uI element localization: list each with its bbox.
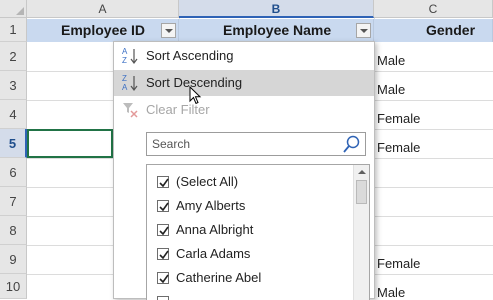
- scroll-thumb[interactable]: [356, 180, 367, 204]
- row-header-7[interactable]: 7: [0, 187, 27, 216]
- row-header-9[interactable]: 9: [0, 245, 27, 274]
- gender-cell[interactable]: Female: [377, 111, 420, 126]
- gender-cell[interactable]: Female: [377, 256, 420, 271]
- search-placeholder: Search: [152, 137, 191, 151]
- header-cell-employee-name[interactable]: Employee Name: [179, 19, 374, 42]
- list-item-label: Anna Albright: [176, 222, 254, 237]
- checkbox[interactable]: [157, 200, 169, 212]
- svg-text:A: A: [122, 83, 128, 92]
- list-scrollbar[interactable]: [353, 165, 369, 300]
- sort-descending-item[interactable]: Z A Sort Descending: [114, 70, 374, 96]
- column-header-c[interactable]: C: [374, 0, 493, 18]
- list-item-label: Carla Adams: [176, 246, 251, 261]
- list-item-label: Amy Alberts: [176, 198, 246, 213]
- header-label: Employee ID: [61, 22, 146, 38]
- row-header-10[interactable]: 10: [0, 274, 27, 299]
- header-cell-employee-id[interactable]: Employee ID: [27, 19, 179, 42]
- checkmark-icon: [159, 250, 169, 260]
- list-item-label: Catherine Abel: [176, 270, 262, 285]
- checkbox[interactable]: [157, 296, 169, 300]
- sort-ascending-item[interactable]: A Z Sort Ascending: [114, 43, 374, 69]
- svg-text:A: A: [122, 47, 128, 56]
- checkbox[interactable]: [157, 248, 169, 260]
- filter-dropdown-button-a[interactable]: [161, 23, 176, 38]
- checkmark-icon: [159, 226, 169, 236]
- list-item-label: (Select All): [176, 174, 239, 189]
- checkbox[interactable]: [157, 224, 169, 236]
- gender-cell[interactable]: Female: [377, 140, 420, 155]
- svg-text:Z: Z: [122, 56, 127, 65]
- sort-ascending-label: Sort Ascending: [146, 48, 234, 63]
- search-icon[interactable]: [342, 134, 362, 154]
- autofilter-dropdown: A Z Sort Ascending Z A Sort Descending C…: [113, 41, 375, 300]
- active-cell[interactable]: [27, 129, 113, 158]
- row-header-4[interactable]: 4: [0, 100, 27, 129]
- gender-cell[interactable]: Male: [377, 82, 405, 97]
- scroll-up-arrow-icon[interactable]: [354, 165, 369, 179]
- gender-cell[interactable]: Male: [377, 285, 405, 300]
- header-cell-gender[interactable]: Gender: [374, 19, 493, 42]
- svg-text:Z: Z: [122, 74, 127, 83]
- checkbox[interactable]: [157, 272, 169, 284]
- row-header-8[interactable]: 8: [0, 216, 27, 245]
- header-label: Employee Name: [223, 22, 332, 38]
- select-all-corner[interactable]: [0, 0, 27, 18]
- checkmark-icon: [159, 178, 169, 188]
- column-header-b[interactable]: B: [179, 0, 374, 18]
- checkbox[interactable]: [157, 176, 169, 188]
- search-input[interactable]: Search: [146, 132, 366, 156]
- row-header-6[interactable]: 6: [0, 158, 27, 187]
- header-label: Gender: [426, 22, 476, 38]
- column-header-a[interactable]: A: [27, 0, 179, 18]
- filter-values-list[interactable]: (Select All) Amy Alberts Anna Albright C…: [146, 164, 370, 300]
- row-header-1[interactable]: 1: [0, 18, 27, 42]
- sort-za-icon: Z A: [121, 73, 141, 93]
- clear-filter-icon: [121, 100, 141, 120]
- clear-filter-item[interactable]: Clear Filter: [114, 97, 374, 123]
- row-header-3[interactable]: 3: [0, 71, 27, 100]
- filter-dropdown-button-b[interactable]: [356, 23, 371, 38]
- checkmark-icon: [159, 202, 169, 212]
- mouse-pointer-icon: [189, 86, 202, 105]
- gender-cell[interactable]: Male: [377, 53, 405, 68]
- sort-az-icon: A Z: [121, 46, 141, 66]
- checkmark-icon: [159, 274, 169, 284]
- row-header-5[interactable]: 5: [0, 129, 27, 158]
- row-header-2[interactable]: 2: [0, 42, 27, 71]
